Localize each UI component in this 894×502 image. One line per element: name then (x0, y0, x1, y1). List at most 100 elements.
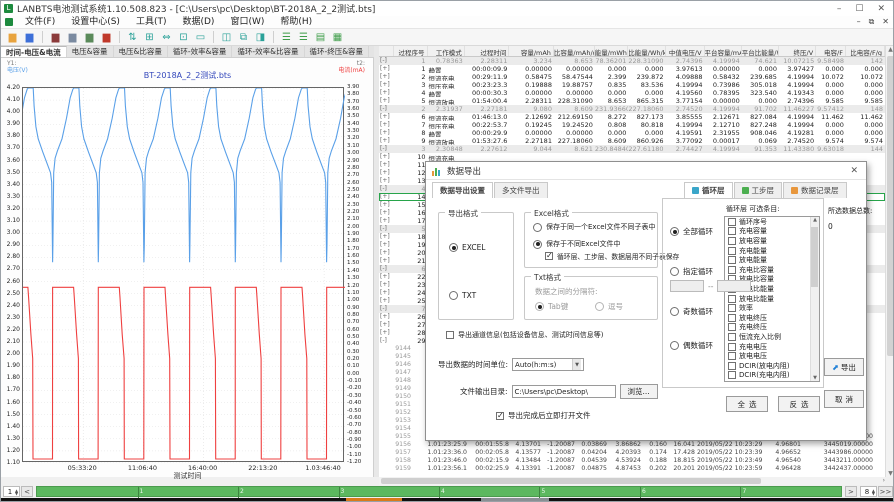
expand-toggle-icon[interactable]: [+] (379, 329, 394, 337)
step-row[interactable]: [+]7恒压充电00:22:53.70.1924519.245200.80880… (379, 121, 885, 129)
cycle-group-row[interactable]: [-]32.308482.276129.0448.621230.84840227… (379, 145, 885, 153)
output-dir-input[interactable]: C:\Users\pc\Desktop\ (512, 385, 616, 398)
column-header[interactable]: 电容/F (816, 46, 846, 56)
expand-toggle-icon[interactable]: [-] (379, 105, 394, 113)
column-header[interactable]: 过程时间 (465, 46, 510, 56)
left-page-spinner[interactable]: 1▲▼ (3, 486, 20, 497)
column-header[interactable]: 过程序号 (394, 46, 428, 56)
step-row[interactable]: [+]5恒流放电01:54:00.42.28311228.310908.6538… (379, 97, 885, 105)
record-row[interactable]: 91561.01:23:25.900:01:55.84.13701-1.2008… (379, 441, 885, 449)
invert-selection-button[interactable]: 反选 (778, 396, 820, 412)
list-scrollbar[interactable]: ▲▼ (810, 217, 819, 381)
expand-toggle-icon[interactable]: [+] (379, 273, 394, 281)
open-file-icon[interactable]: ▆ (5, 30, 20, 44)
window-cascade-icon[interactable]: ⧉ (236, 30, 251, 44)
list-view-4-icon[interactable]: ▦ (330, 30, 345, 44)
window-tile-icon[interactable]: ◨ (253, 30, 268, 44)
vscroll-down-arrow[interactable]: ▼ (886, 470, 894, 477)
cycle-item-checkbox[interactable]: 放电比能量 (725, 294, 819, 304)
channel-info-checkbox[interactable]: 导出通道信息(包括设备信息、测试时间信息等) (446, 330, 603, 340)
open-after-checkbox[interactable]: 导出完成后立即打开文件 (496, 410, 591, 421)
window-split-icon[interactable]: ◫ (219, 30, 234, 44)
axis-horizontal-icon[interactable]: ⇔ (159, 30, 174, 44)
record-row[interactable]: 91571.01:23:36.000:02:05.84.13577-1.2008… (379, 449, 885, 457)
txt-radio[interactable]: TXT (449, 291, 476, 300)
zoom-expand-icon[interactable]: ⊞ (142, 30, 157, 44)
step-row[interactable]: [+]10恒流充电 (379, 153, 885, 161)
cycle-scope-radio[interactable]: 偶数循环 (670, 340, 713, 351)
expand-toggle-icon[interactable]: [+] (379, 97, 394, 105)
cycle-item-checkbox[interactable]: 放电容量 (725, 236, 819, 246)
column-header[interactable]: 平台比能量/W (742, 46, 779, 56)
column-header[interactable]: 平台容量/mAh (705, 46, 742, 56)
list-view-3-icon[interactable]: ▤ (313, 30, 328, 44)
child-restore-button[interactable]: ⧉ (869, 17, 875, 27)
expand-toggle-icon[interactable]: [+] (379, 313, 394, 321)
chart-tab[interactable]: 电压&比容量 (114, 46, 168, 57)
chart-tab[interactable]: 循环-终压&容量 (305, 46, 370, 57)
expand-toggle-icon[interactable]: [+] (379, 249, 394, 257)
cycle-item-checkbox[interactable]: 放电电压 (725, 351, 819, 361)
expand-toggle-icon[interactable]: [+] (379, 129, 394, 137)
cycle-item-checkbox[interactable]: 充电电压 (725, 342, 819, 352)
browse-button[interactable]: 浏览... (620, 384, 658, 399)
taskbar-app-gray[interactable] (481, 498, 549, 502)
tab-key-radio[interactable]: Tab键 (535, 301, 568, 312)
expand-toggle-icon[interactable]: [+] (379, 169, 394, 177)
report-icon[interactable]: ▆ (99, 30, 114, 44)
layer-tab[interactable]: 数据记录层 (783, 182, 847, 198)
column-header[interactable]: 终压/V (779, 46, 816, 56)
expand-toggle-icon[interactable]: [+] (379, 289, 394, 297)
expand-toggle-icon[interactable]: [+] (379, 281, 394, 289)
column-header[interactable]: 中值电压/V (666, 46, 705, 56)
chart-tab[interactable]: 时间-电压&电流 (1, 46, 67, 57)
axis-vertical-icon[interactable]: ⇅ (125, 30, 140, 44)
expand-toggle-icon[interactable]: [+] (379, 137, 394, 145)
child-close-button[interactable]: ✕ (882, 17, 889, 27)
minimize-button[interactable]: – (837, 4, 842, 14)
cycle-scope-radio[interactable]: 奇数循环 (670, 306, 713, 317)
save-icon[interactable]: ▆ (22, 30, 37, 44)
close-button[interactable]: ✕ (877, 4, 885, 14)
cycle-item-checkbox[interactable]: DCIR(放电内阻) (725, 361, 819, 371)
table-vertical-scrollbar[interactable]: ▲▼ (885, 46, 894, 477)
expand-toggle-icon[interactable]: [+] (379, 161, 394, 169)
cycle-scope-radio[interactable]: 全部循环 (670, 226, 713, 237)
expand-toggle-icon[interactable]: [+] (379, 297, 394, 305)
diff-file-radio[interactable]: 保存于不同Excel文件中 (533, 239, 621, 249)
expand-toggle-icon[interactable]: [+] (379, 193, 394, 201)
last-page-button[interactable]: >> (878, 486, 893, 497)
layer-tab[interactable]: 循环层 (684, 182, 733, 198)
sheet-split-checkbox[interactable]: 循环层、工步层、数据层用不同子表保存 (545, 251, 679, 261)
excel-radio[interactable]: EXCEL (449, 243, 486, 252)
taskbar-app-orange[interactable] (346, 498, 402, 502)
record-row[interactable]: 91591.01:23:56.100:02:25.94.13391-1.2008… (379, 465, 885, 473)
copy-icon[interactable]: ▆ (65, 30, 80, 44)
cycle-item-checkbox[interactable]: 放电终压 (725, 313, 819, 323)
cycle-scope-radio[interactable]: 指定循环 (670, 266, 713, 277)
step-row[interactable]: [+]8静置00:00:29.90.000000.000000.0000.000… (379, 129, 885, 137)
vscroll-thumb[interactable] (887, 56, 894, 356)
cycle-item-checkbox[interactable]: 充电能量 (725, 246, 819, 256)
step-row[interactable]: [+]4静置00:00:30.30.000000.000000.0000.000… (379, 89, 885, 97)
cycle-item-checkbox[interactable]: 充电比容量 (725, 265, 819, 275)
expand-toggle-icon[interactable]: [+] (379, 177, 394, 185)
column-header[interactable]: 能量/mWh (595, 46, 629, 56)
step-row[interactable]: [+]1静置00:00:09.90.000000.000000.0000.000… (379, 65, 885, 73)
list-view-1-icon[interactable]: ☰ (279, 30, 294, 44)
next-page-button[interactable]: > (845, 486, 857, 497)
expand-toggle-icon[interactable]: [-] (379, 305, 394, 313)
selection-box-icon[interactable]: ▭ (193, 30, 208, 44)
expand-toggle-icon[interactable]: [+] (379, 209, 394, 217)
menu-item[interactable]: 数据(D) (174, 17, 222, 27)
expand-toggle-icon[interactable]: [-] (379, 57, 394, 65)
expand-toggle-icon[interactable]: [+] (379, 81, 394, 89)
comma-radio[interactable]: 逗号 (595, 301, 623, 312)
chart-tab[interactable]: 电压&容量 (67, 46, 114, 57)
expand-toggle-icon[interactable]: [+] (379, 113, 394, 121)
dialog-tab[interactable]: 多文件导出 (494, 182, 548, 198)
expand-toggle-icon[interactable]: [-] (379, 337, 394, 345)
expand-toggle-icon[interactable]: [-] (379, 145, 394, 153)
range-to-input[interactable] (717, 280, 751, 292)
step-row[interactable]: [+]3恒压充电00:23:23.30.1988819.887570.83583… (379, 81, 885, 89)
